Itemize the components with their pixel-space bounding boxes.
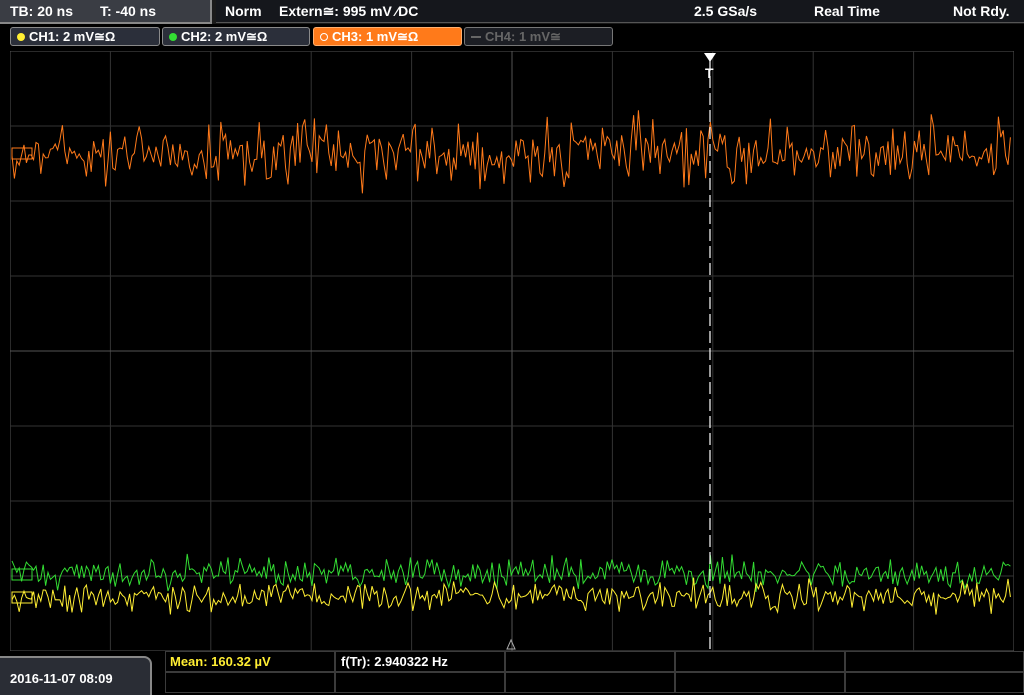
datetime-label: 2016-11-07 08:09 [10, 671, 113, 686]
ch4-label: CH4: 1 mV≅ [485, 29, 561, 44]
meas-cell-freq[interactable]: f(Tr): 2.940322 Hz [335, 651, 505, 672]
trigger-mode[interactable]: Norm [225, 3, 262, 19]
meas-cell-empty[interactable] [845, 651, 1024, 672]
ch2-dot-icon [169, 33, 177, 41]
trigger-marker-label: T [705, 65, 714, 81]
timebase-label: TB: 20 ns [10, 3, 74, 19]
datetime-box: 2016-11-07 08:09 [0, 656, 152, 695]
ch3-ring-icon [320, 33, 328, 41]
meas-cell-empty[interactable] [845, 672, 1024, 693]
ch4-off-icon [471, 36, 481, 38]
meas-cell-empty[interactable] [165, 672, 335, 693]
freq-measurement: f(Tr): 2.940322 Hz [341, 654, 448, 669]
mean-measurement: Mean: 160.32 µV [170, 654, 271, 669]
meas-cell-empty[interactable] [505, 672, 675, 693]
ch1-dot-icon [17, 33, 25, 41]
channel-4-button[interactable]: CH4: 1 mV≅ [464, 27, 613, 46]
meas-cell-mean[interactable]: Mean: 160.32 µV [165, 651, 335, 672]
channel-2-button[interactable]: CH2: 2 mV≅Ω [162, 27, 310, 46]
acquisition-mode[interactable]: Real Time [814, 3, 880, 19]
timebase-box[interactable]: TB: 20 ns T: -40 ns [0, 0, 212, 24]
measurement-table: Mean: 160.32 µV f(Tr): 2.940322 Hz [165, 651, 1024, 695]
meas-cell-empty[interactable] [335, 672, 505, 693]
meas-cell-empty[interactable] [675, 672, 845, 693]
ch2-label: CH2: 2 mV≅Ω [181, 29, 268, 44]
channel-3-button[interactable]: CH3: 1 mV≅Ω [313, 27, 462, 46]
trigger-source[interactable]: Extern≅: 995 mV ⁄DC [279, 3, 418, 20]
top-bar: TB: 20 ns T: -40 ns Norm Extern≅: 995 mV… [0, 0, 1024, 24]
meas-cell-empty[interactable] [505, 651, 675, 672]
meas-cell-empty[interactable] [675, 651, 845, 672]
sample-rate: 2.5 GSa/s [694, 3, 758, 19]
acquisition-state: Not Rdy. [953, 3, 1010, 19]
status-bar: Norm Extern≅: 995 mV ⁄DC 2.5 GSa/s Real … [216, 0, 1024, 23]
ch1-label: CH1: 2 mV≅Ω [29, 29, 116, 44]
channel-1-button[interactable]: CH1: 2 mV≅Ω [10, 27, 160, 46]
waveform-display[interactable]: T [10, 51, 1014, 651]
ch3-label: CH3: 1 mV≅Ω [332, 29, 419, 44]
channel-row: CH1: 2 mV≅Ω CH2: 2 mV≅Ω CH3: 1 mV≅Ω CH4:… [0, 24, 1024, 50]
trigger-position-label: T: -40 ns [100, 3, 157, 19]
